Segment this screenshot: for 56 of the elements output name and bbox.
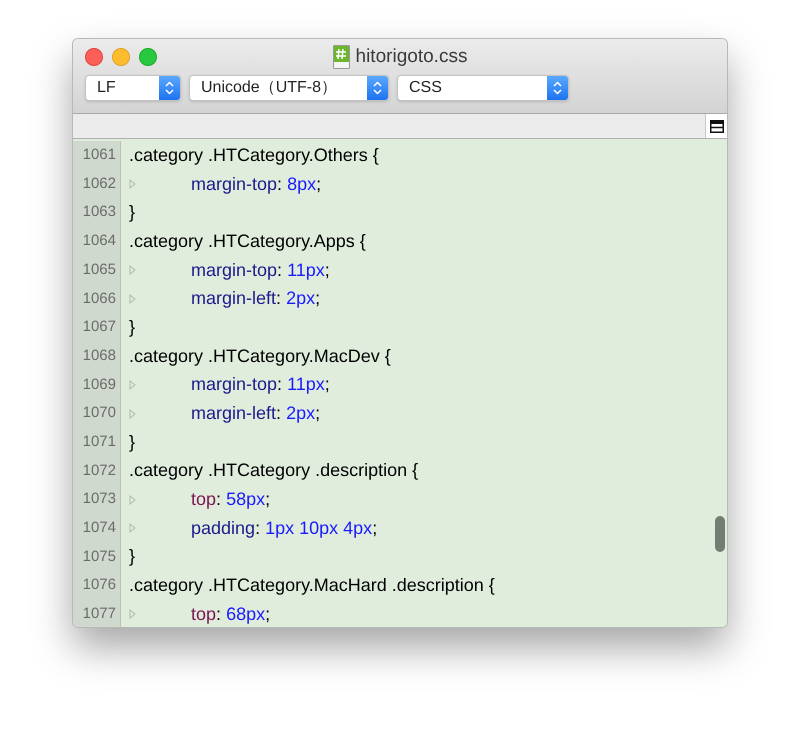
tab-arrow-icon — [129, 408, 136, 419]
code-text: margin-top: 11px; — [191, 258, 330, 282]
zoom-button[interactable] — [139, 48, 157, 66]
window-title: hitorigoto.css — [356, 44, 468, 69]
code-text: } — [129, 430, 136, 454]
tab-arrow-icon — [129, 494, 136, 505]
code-text: top: 58px; — [191, 488, 270, 512]
line-number: 1065 — [82, 260, 116, 280]
line-number: 1066 — [82, 288, 116, 309]
code-text: .category .HTCategory .description { — [129, 459, 418, 482]
popup-button[interactable]: LF — [85, 75, 181, 101]
code-text: .category .HTCategory.Apps { — [129, 230, 366, 253]
tab-arrow-icon — [129, 265, 136, 276]
tab-arrow-icon — [129, 523, 136, 534]
line-number: 1069 — [82, 374, 116, 395]
line-number: 1074 — [82, 518, 116, 538]
line-number: 1073 — [82, 489, 116, 510]
tab-arrow-icon — [129, 179, 136, 190]
line-number: 1076 — [82, 575, 116, 596]
stepper-icon — [373, 81, 382, 95]
line-number: 1072 — [82, 460, 116, 481]
line-number: 1075 — [82, 546, 116, 567]
code-text: margin-left: 2px; — [191, 402, 320, 426]
code-text: margin-left: 2px; — [191, 287, 320, 310]
code-text: padding: 1px 10px 4px; — [191, 516, 378, 540]
scroll-thumb — [715, 516, 725, 552]
line-number: 1068 — [82, 346, 116, 366]
code-text: top: 68px; — [191, 602, 270, 626]
tab-arrow-icon — [129, 380, 136, 390]
minimize-button[interactable] — [112, 48, 130, 66]
split-view-button[interactable] — [705, 114, 727, 138]
popup-button[interactable]: CSS — [397, 75, 569, 101]
line-number: 1063 — [82, 202, 116, 222]
line-number: 1071 — [82, 432, 116, 452]
line-number: 1061 — [82, 145, 116, 166]
code-text: .category .HTCategory.Others { — [129, 144, 379, 167]
code-text: } — [129, 545, 136, 568]
line-number: 1064 — [82, 231, 116, 252]
line-number: 1067 — [82, 317, 116, 338]
tab-arrow-icon — [129, 294, 136, 304]
stepper-icon — [553, 81, 562, 95]
code-text: .category .HTCategory.MacDev { — [129, 344, 391, 368]
line-number: 1062 — [82, 174, 116, 194]
file-icon — [332, 45, 350, 69]
code-text: } — [129, 201, 136, 224]
code-text: } — [129, 316, 136, 339]
tab-arrow-icon — [129, 609, 136, 620]
code-text: .category .HTCategory.MacHard .description { — [129, 574, 495, 598]
line-number: 1077 — [82, 604, 116, 624]
close-button[interactable] — [85, 48, 103, 66]
code-text: margin-top: 11px; — [191, 373, 330, 396]
popup-button[interactable]: Unicode（UTF-8） — [189, 75, 389, 101]
line-number: 1070 — [82, 403, 116, 424]
stepper-icon — [165, 81, 174, 95]
split-icon — [710, 120, 724, 132]
code-text: margin-top: 8px; — [191, 172, 322, 196]
